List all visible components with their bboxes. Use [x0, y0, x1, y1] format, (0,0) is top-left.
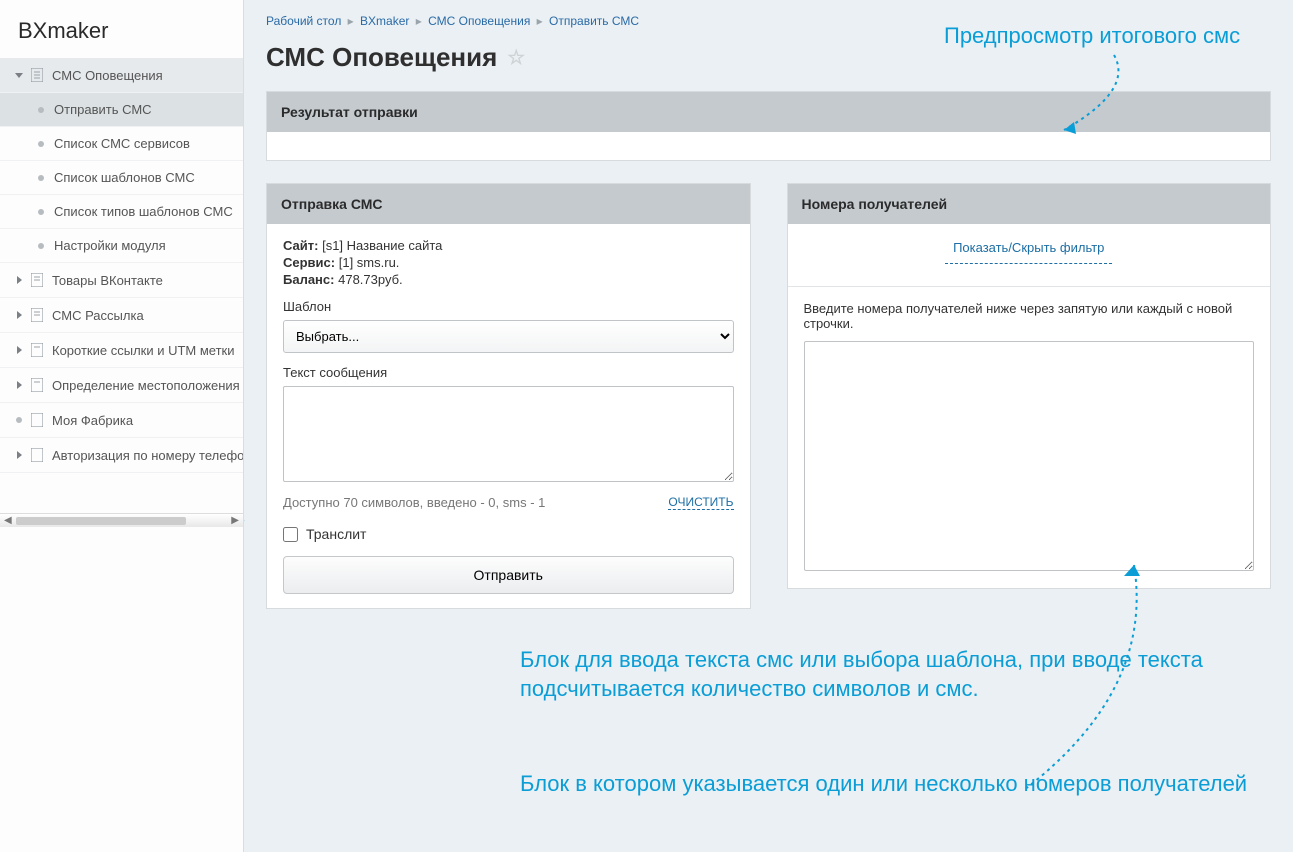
breadcrumb: Рабочий стол ▸ BXmaker ▸ СМС Оповещения …	[266, 10, 1271, 42]
document-icon	[30, 67, 44, 83]
bullet-icon	[38, 243, 44, 249]
clear-link[interactable]: ОЧИСТИТЬ	[668, 495, 733, 510]
chevron-right-icon: ▸	[537, 14, 543, 28]
sidebar-item-label: Определение местоположения	[52, 378, 240, 393]
document-icon	[30, 272, 44, 288]
sidebar-item-label: Настройки модуля	[54, 238, 166, 253]
breadcrumb-link[interactable]: BXmaker	[360, 14, 409, 28]
toggle-filter-link[interactable]: Показать/Скрыть фильтр	[945, 232, 1112, 264]
document-icon	[30, 377, 44, 393]
bullet-icon	[38, 209, 44, 215]
recipients-panel: Номера получателей Показать/Скрыть фильт…	[787, 183, 1272, 589]
sidebar-item-label: СМС Оповещения	[52, 68, 163, 83]
sidebar-item-short-links[interactable]: Короткие ссылки и UTM метки	[0, 333, 243, 368]
sidebar-item-phone-auth[interactable]: Авторизация по номеру телефона	[0, 438, 243, 473]
char-counter: Доступно 70 символов, введено - 0, sms -…	[283, 495, 545, 510]
document-icon	[30, 342, 44, 358]
sidebar-item-vk-goods[interactable]: Товары ВКонтакте	[0, 263, 243, 298]
sidebar-item-label: СМС Рассылка	[52, 308, 144, 323]
sidebar-item-label: Моя Фабрика	[52, 413, 133, 428]
caret-right-icon	[14, 450, 24, 460]
sidebar-item-geolocation[interactable]: Определение местоположения	[0, 368, 243, 403]
panel-header: Результат отправки	[267, 92, 1270, 132]
sidebar-item-sms-services[interactable]: Список СМС сервисов	[0, 127, 243, 161]
caret-right-icon	[14, 275, 24, 285]
sidebar-item-sms-templates[interactable]: Список шаблонов СМС	[0, 161, 243, 195]
caret-right-icon	[14, 310, 24, 320]
template-select[interactable]: Выбрать...	[283, 320, 734, 353]
chevron-right-icon: ▸	[348, 14, 354, 28]
horizontal-scrollbar[interactable]: ◀ ▶	[0, 513, 243, 527]
sidebar-item-my-factory[interactable]: Моя Фабрика	[0, 403, 243, 438]
document-icon	[30, 412, 44, 428]
bullet-icon	[38, 175, 44, 181]
caret-down-icon	[14, 70, 24, 80]
nav-tree: СМС Оповещения Отправить СМС Список СМС …	[0, 58, 243, 473]
translit-checkbox-row[interactable]: Транслит	[283, 526, 734, 542]
main-content: Рабочий стол ▸ BXmaker ▸ СМС Оповещения …	[244, 0, 1293, 852]
annotation-text-block: Блок для ввода текста смс или выбора шаб…	[520, 646, 1280, 703]
sidebar-item-label: Отправить СМС	[54, 102, 152, 117]
caret-right-icon	[14, 345, 24, 355]
sidebar-item-sms-notifications[interactable]: СМС Оповещения	[0, 58, 243, 93]
sidebar-item-label: Список шаблонов СМС	[54, 170, 195, 185]
translit-checkbox[interactable]	[283, 527, 298, 542]
recipients-hint: Введите номера получателей ниже через за…	[804, 301, 1255, 331]
page-title: СМС Оповещения ☆	[266, 42, 1271, 73]
sidebar-item-label: Короткие ссылки и UTM метки	[52, 343, 235, 358]
sidebar-item-label: Товары ВКонтакте	[52, 273, 163, 288]
bullet-icon	[38, 141, 44, 147]
result-body	[267, 132, 1270, 160]
translit-label: Транслит	[306, 526, 366, 542]
send-sms-panel: Отправка СМС Сайт: [s1] Название сайта С…	[266, 183, 751, 609]
service-info: Сервис: [1] sms.ru.	[283, 255, 734, 270]
sidebar-item-sms-mailout[interactable]: СМС Рассылка	[0, 298, 243, 333]
balance-info: Баланс: 478.73руб.	[283, 272, 734, 287]
panel-header: Отправка СМС	[267, 184, 750, 224]
panel-header: Номера получателей	[788, 184, 1271, 224]
message-label: Текст сообщения	[283, 365, 734, 380]
sidebar-item-sms-template-types[interactable]: Список типов шаблонов СМС	[0, 195, 243, 229]
breadcrumb-link[interactable]: СМС Оповещения	[428, 14, 530, 28]
sidebar-item-label: Список типов шаблонов СМС	[54, 204, 233, 219]
document-icon	[30, 447, 44, 463]
bullet-icon	[14, 415, 24, 425]
template-label: Шаблон	[283, 299, 734, 314]
result-panel: Результат отправки	[266, 91, 1271, 161]
send-button[interactable]: Отправить	[283, 556, 734, 594]
site-info: Сайт: [s1] Название сайта	[283, 238, 734, 253]
breadcrumb-link[interactable]: Рабочий стол	[266, 14, 341, 28]
bullet-icon	[38, 107, 44, 113]
recipients-textarea[interactable]	[804, 341, 1255, 571]
favorite-star-icon[interactable]: ☆	[507, 45, 525, 70]
annotation-numbers-block: Блок в котором указывается один или неск…	[520, 770, 1247, 799]
page-title-text: СМС Оповещения	[266, 42, 497, 73]
sidebar-item-label: Список СМС сервисов	[54, 136, 190, 151]
sidebar-item-label: Авторизация по номеру телефона	[52, 448, 243, 463]
message-textarea[interactable]	[283, 386, 734, 482]
sidebar-item-module-settings[interactable]: Настройки модуля	[0, 229, 243, 263]
chevron-right-icon: ▸	[416, 14, 422, 28]
sidebar-item-send-sms[interactable]: Отправить СМС	[0, 93, 243, 127]
document-icon	[30, 307, 44, 323]
caret-right-icon	[14, 380, 24, 390]
breadcrumb-link[interactable]: Отправить СМС	[549, 14, 639, 28]
sidebar: BXmaker СМС Оповещения Отправить СМС Спи…	[0, 0, 244, 852]
brand-title: BXmaker	[0, 0, 243, 58]
arrow-annotation-icon	[244, 510, 264, 733]
